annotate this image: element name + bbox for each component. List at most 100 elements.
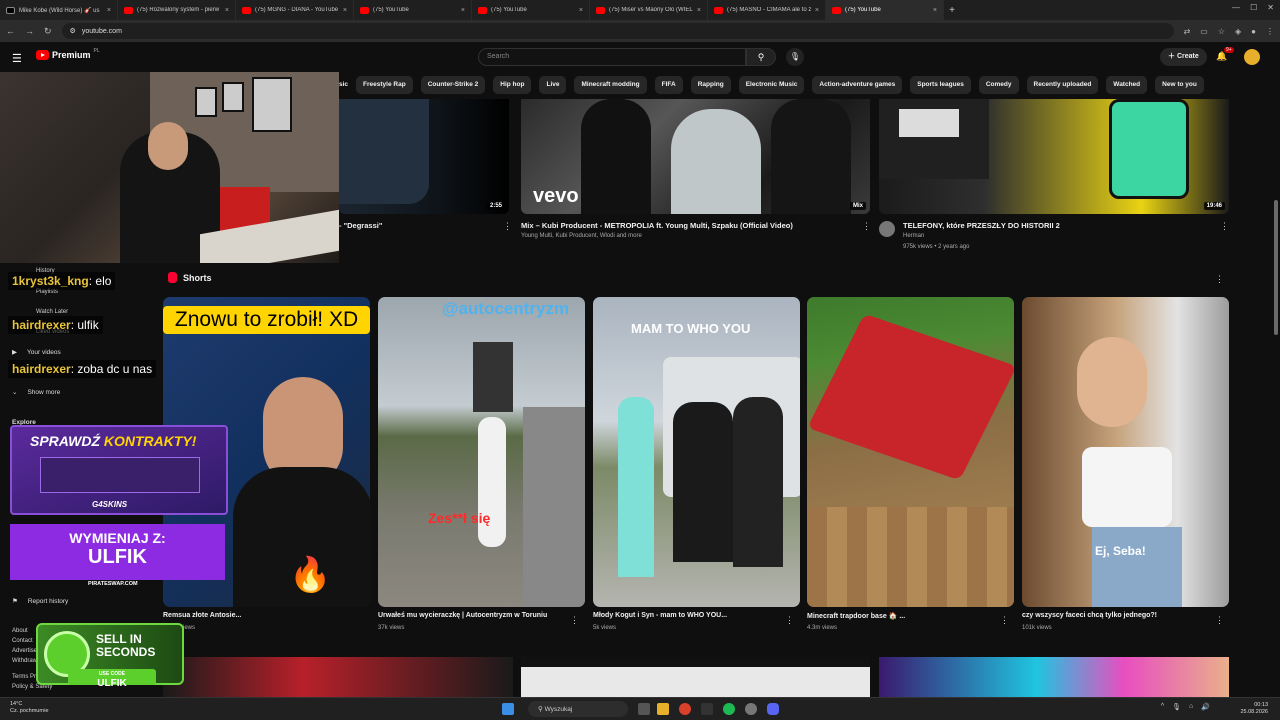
filter-chip[interactable]: Rapping — [690, 76, 731, 94]
sidebar-item-report-history[interactable]: ⚑ Report history — [12, 597, 68, 606]
short-thumbnail[interactable]: @autocentryzm Zes**ł się — [378, 297, 585, 607]
cast-icon[interactable]: ▭ — [1200, 27, 1208, 36]
close-window-icon[interactable]: ✕ — [1267, 3, 1274, 12]
browser-tab[interactable]: (75) Rozwalony system - pierw × — [118, 0, 236, 20]
network-icon[interactable]: ⌂ — [1189, 703, 1193, 711]
voice-search-icon[interactable]: 🎙 — [786, 48, 804, 66]
extension-icon[interactable]: ◈ — [1235, 27, 1241, 36]
close-tab-icon[interactable]: × — [815, 7, 819, 14]
filter-chip[interactable]: Live — [539, 76, 567, 94]
close-tab-icon[interactable]: × — [225, 7, 229, 14]
browser-tab[interactable]: (75) YouTube × — [826, 0, 944, 20]
close-tab-icon[interactable]: × — [579, 7, 583, 14]
volume-icon[interactable]: 🔊 — [1201, 703, 1210, 711]
spotify-icon[interactable] — [723, 703, 735, 715]
close-tab-icon[interactable]: × — [461, 7, 465, 14]
filter-chip[interactable]: sic — [339, 76, 348, 94]
profile-icon[interactable]: ● — [1251, 27, 1256, 36]
filter-chip[interactable]: Minecraft modding — [574, 76, 647, 94]
tray-chevron-icon[interactable]: ^ — [1161, 703, 1164, 711]
avatar[interactable] — [1244, 49, 1260, 65]
video-title[interactable]: - "Degrassi" — [339, 221, 382, 230]
channel-name[interactable]: Herman — [903, 233, 924, 239]
video-thumbnail[interactable] — [521, 657, 870, 697]
short-title[interactable]: Minecraft trapdoor base 🏠 ... — [807, 612, 905, 620]
file-explorer-icon[interactable] — [657, 703, 669, 715]
browser-tab[interactable]: (75) MGNG - DIANA - YouTube × — [236, 0, 354, 20]
menu-icon[interactable]: ☰ — [12, 52, 22, 65]
search-button[interactable]: ⚲ — [746, 48, 776, 66]
clock[interactable]: 00:13 25.08.2026 — [1240, 702, 1268, 716]
create-button[interactable]: ＋ Create — [1160, 48, 1207, 66]
video-thumbnail[interactable]: 2:55 — [339, 99, 509, 214]
short-thumbnail[interactable]: MAM TO WHO YOU — [593, 297, 800, 607]
more-actions-icon[interactable]: ⋮ — [503, 221, 512, 232]
browser-tab[interactable]: (75) YouTube × — [354, 0, 472, 20]
taskbar-search[interactable]: ⚲ Wyszukaj — [528, 701, 628, 717]
search-input[interactable]: Search — [478, 48, 746, 66]
channel-avatar[interactable] — [879, 221, 895, 237]
video-title[interactable]: Mix – Kubi Producent - METROPOLIA ft. Yo… — [521, 221, 793, 230]
minimize-icon[interactable]: — — [1232, 3, 1240, 12]
more-actions-icon[interactable]: ⋮ — [1000, 615, 1009, 626]
more-actions-icon[interactable]: ⋮ — [1220, 221, 1229, 232]
short-thumbnail[interactable]: Ej, Seba! — [1022, 297, 1229, 607]
filter-chip[interactable]: Electronic Music — [738, 76, 805, 94]
filter-chip[interactable]: Sports leagues — [910, 76, 971, 94]
more-actions-icon[interactable]: ⋮ — [1215, 615, 1224, 626]
task-view-icon[interactable] — [638, 703, 650, 715]
short-thumbnail[interactable] — [807, 297, 1014, 607]
video-thumbnail[interactable] — [163, 657, 513, 697]
start-icon[interactable] — [502, 703, 514, 715]
page-scrollbar[interactable] — [1274, 200, 1278, 335]
footer-link[interactable]: Advertise — [12, 648, 37, 654]
short-title[interactable]: Remsua złote Antosie... — [163, 612, 241, 619]
browser-tab[interactable]: Mike Kobe (Wild Horse) 🎸 us × — [0, 0, 118, 20]
url-input[interactable]: ⚙ youtube.com — [61, 23, 1174, 39]
short-title[interactable]: Młody Kogut i Syn - mam to WHO YOU... — [593, 612, 727, 619]
close-tab-icon[interactable]: × — [933, 7, 937, 14]
filter-chip[interactable]: Counter-Strike 2 — [420, 76, 486, 94]
back-icon[interactable]: ← — [6, 26, 15, 36]
filter-chip[interactable]: New to you — [1155, 76, 1204, 94]
obs-icon[interactable] — [745, 703, 757, 715]
reload-icon[interactable]: ↻ — [44, 26, 52, 37]
discord-icon[interactable] — [767, 703, 779, 715]
browser-tab[interactable]: (75) MASNO - CIMAMA ale to z × — [708, 0, 826, 20]
app-icon[interactable] — [701, 703, 713, 715]
filter-chip[interactable]: FIFA — [654, 76, 683, 94]
more-actions-icon[interactable]: ⋮ — [570, 615, 579, 626]
chrome-icon[interactable] — [679, 703, 691, 715]
footer-link[interactable]: Withdraw — [12, 658, 37, 664]
video-thumbnail[interactable]: 19:46 — [879, 99, 1229, 214]
forward-icon[interactable]: → — [25, 26, 34, 36]
filter-chip[interactable]: Action-adventure games — [812, 76, 903, 94]
browser-tab[interactable]: (75) Miser vs Maony Olo (WIELK × — [590, 0, 708, 20]
shorts-more-icon[interactable]: ⋮ — [1215, 274, 1224, 285]
more-actions-icon[interactable]: ⋮ — [862, 221, 871, 232]
sidebar-item-show-more[interactable]: ⌄ Show more — [12, 388, 60, 397]
filter-chip[interactable]: Recently uploaded — [1026, 76, 1099, 94]
close-tab-icon[interactable]: × — [697, 7, 701, 14]
close-tab-icon[interactable]: × — [107, 7, 111, 14]
video-thumbnail[interactable] — [879, 657, 1229, 697]
video-thumbnail[interactable]: vevo Mix — [521, 99, 870, 214]
sidebar-item-your-videos[interactable]: ▶ Your videos — [12, 348, 61, 357]
weather-widget[interactable]: 14°C Cz. pochmurnie — [10, 701, 49, 715]
footer-link[interactable]: Contact — [12, 638, 33, 644]
mic-icon[interactable]: 🎙 — [1172, 703, 1181, 711]
video-title[interactable]: TELEFONY, które PRZESZŁY DO HISTORII 2 — [903, 221, 1060, 230]
translate-icon[interactable]: ⇄ — [1184, 27, 1191, 36]
filter-chip[interactable]: Freestyle Rap — [356, 76, 413, 94]
bookmark-star-icon[interactable]: ☆ — [1218, 27, 1225, 36]
filter-chip[interactable]: Comedy — [978, 76, 1019, 94]
close-tab-icon[interactable]: × — [343, 7, 347, 14]
filter-chip[interactable]: Watched — [1106, 76, 1148, 94]
menu-dots-icon[interactable]: ⋮ — [1266, 27, 1274, 36]
more-actions-icon[interactable]: ⋮ — [785, 615, 794, 626]
youtube-logo[interactable]: Premium PL — [36, 48, 100, 60]
new-tab-icon[interactable]: + — [944, 5, 960, 16]
sidebar-item-watch-later[interactable]: Watch Later — [36, 309, 68, 315]
maximize-icon[interactable]: ☐ — [1250, 3, 1257, 12]
filter-chip[interactable]: Hip hop — [493, 76, 532, 94]
